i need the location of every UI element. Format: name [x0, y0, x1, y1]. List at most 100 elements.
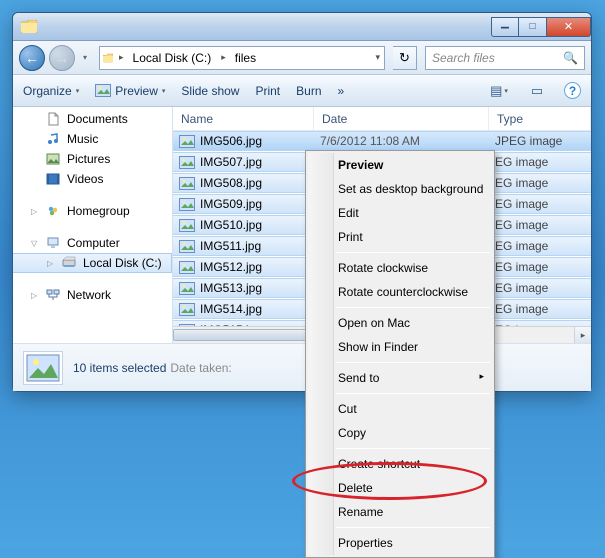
menu-item-copy[interactable]: Copy [308, 421, 492, 445]
refresh-button[interactable]: ↻ [393, 46, 417, 70]
file-name: IMG510.jpg [200, 218, 262, 232]
file-name: IMG506.jpg [200, 134, 262, 148]
context-menu: Preview Set as desktop background Edit P… [305, 150, 495, 558]
navigation-pane: Documents Music Pictures Videos ▷ Homegr… [13, 107, 173, 343]
sidebar-label: Pictures [67, 152, 110, 166]
menu-item-print[interactable]: Print [308, 225, 492, 249]
picture-icon [26, 354, 60, 382]
file-name: IMG514.jpg [200, 302, 262, 316]
folder-icon [100, 47, 116, 69]
menu-item-properties[interactable]: Properties [308, 531, 492, 555]
image-file-icon [179, 282, 195, 295]
file-name: IMG509.jpg [200, 197, 262, 211]
folder-icon [21, 20, 37, 33]
documents-icon [45, 111, 61, 127]
menu-item-delete[interactable]: Delete [308, 476, 492, 500]
status-text: 10 items selected Date taken: [73, 361, 232, 375]
print-button[interactable]: Print [255, 84, 280, 98]
menu-item-show-finder[interactable]: Show in Finder [308, 335, 492, 359]
sidebar-item-pictures[interactable]: Pictures [13, 149, 172, 169]
help-button[interactable]: ? [564, 82, 581, 99]
scroll-right-button[interactable]: ▸ [574, 327, 591, 344]
menu-item-rename[interactable]: Rename [308, 500, 492, 524]
network-icon [45, 287, 61, 303]
file-type: EG image [489, 281, 591, 295]
file-name: IMG512.jpg [200, 260, 262, 274]
back-button[interactable]: ← [19, 45, 45, 71]
column-header-date[interactable]: Date [314, 107, 489, 130]
sidebar-label: Documents [67, 112, 128, 126]
toolbar-overflow[interactable]: » [338, 84, 345, 98]
close-button[interactable]: ✕ [547, 17, 591, 37]
music-icon [45, 131, 61, 147]
image-file-icon [179, 198, 195, 211]
sidebar-label: Network [67, 288, 111, 302]
menu-item-create-shortcut[interactable]: Create shortcut [308, 452, 492, 476]
sidebar-label: Local Disk (C:) [83, 256, 162, 270]
search-icon: 🔍 [563, 51, 578, 65]
file-type: EG image [489, 260, 591, 274]
file-type: EG image [489, 218, 591, 232]
minimize-button[interactable]: − [491, 17, 519, 37]
sidebar-item-homegroup[interactable]: ▷ Homegroup [13, 201, 172, 221]
preview-pane-button[interactable]: ▭ [526, 80, 548, 102]
homegroup-icon [45, 203, 61, 219]
forward-button[interactable]: → [49, 45, 75, 71]
image-file-icon [179, 261, 195, 274]
menu-item-set-background[interactable]: Set as desktop background [308, 177, 492, 201]
navbar: ← → ▾ ▸ Local Disk (C:) ▸ files ▾ ↻ Sear… [13, 41, 591, 75]
menu-item-rotate-ccw[interactable]: Rotate counterclockwise [308, 280, 492, 304]
details-pane: 10 items selected Date taken: [13, 343, 591, 391]
menu-item-rotate-cw[interactable]: Rotate clockwise [308, 256, 492, 280]
menu-item-preview[interactable]: Preview [308, 153, 492, 177]
file-name: IMG511.jpg [200, 239, 261, 253]
sidebar-item-network[interactable]: ▷ Network [13, 285, 172, 305]
column-header-name[interactable]: Name [173, 107, 314, 130]
videos-icon [45, 171, 61, 187]
file-type: EG image [489, 176, 591, 190]
expand-icon[interactable]: ▷ [31, 291, 37, 300]
file-type: EG image [489, 197, 591, 211]
breadcrumb-localdisk[interactable]: Local Disk (C:) [127, 47, 219, 69]
preview-button[interactable]: Preview▾ [95, 84, 165, 98]
submenu-arrow-icon: ▸ [479, 371, 484, 382]
thumbnail-preview [23, 351, 63, 385]
collapse-icon[interactable]: ▽ [31, 239, 37, 248]
file-date: 7/6/2012 11:08 AM [314, 134, 489, 148]
titlebar[interactable]: − □ ✕ [13, 13, 591, 41]
column-headers: Name Date Type [173, 107, 591, 131]
burn-button[interactable]: Burn [296, 84, 321, 98]
view-mode-button[interactable]: ▤▾ [488, 80, 510, 102]
column-header-type[interactable]: Type [489, 107, 591, 130]
breadcrumb-files[interactable]: files [229, 47, 263, 69]
sidebar-item-localdisk[interactable]: ▷ Local Disk (C:) [13, 253, 172, 273]
sidebar-item-music[interactable]: Music [13, 129, 172, 149]
explorer-window: − □ ✕ ← → ▾ ▸ Local Disk (C:) ▸ files ▾ … [12, 12, 592, 392]
computer-icon [45, 235, 61, 251]
recent-locations-dropdown[interactable]: ▾ [79, 53, 91, 62]
sidebar-item-videos[interactable]: Videos [13, 169, 172, 189]
address-bar[interactable]: ▸ Local Disk (C:) ▸ files ▾ [99, 46, 385, 70]
file-row[interactable]: IMG506.jpg 7/6/2012 11:08 AMJPEG image [173, 131, 591, 151]
sidebar-item-computer[interactable]: ▽ Computer [13, 233, 172, 253]
file-type: JPEG image [489, 134, 591, 148]
maximize-button[interactable]: □ [519, 17, 547, 37]
expand-icon[interactable]: ▷ [47, 259, 53, 268]
search-input[interactable]: Search files 🔍 [425, 46, 585, 70]
menu-item-edit[interactable]: Edit [308, 201, 492, 225]
menu-item-cut[interactable]: Cut [308, 397, 492, 421]
content-body: Documents Music Pictures Videos ▷ Homegr… [13, 107, 591, 343]
search-placeholder: Search files [432, 51, 495, 65]
expand-icon[interactable]: ▷ [31, 207, 37, 216]
breadcrumb-arrow[interactable]: ▸ [218, 52, 229, 63]
address-dropdown-button[interactable]: ▾ [372, 52, 384, 63]
picture-icon [95, 84, 111, 97]
image-file-icon [179, 156, 195, 169]
menu-item-send-to[interactable]: Send to▸ [308, 366, 492, 390]
menu-item-open-mac[interactable]: Open on Mac [308, 311, 492, 335]
slideshow-button[interactable]: Slide show [181, 84, 239, 98]
sidebar-item-documents[interactable]: Documents [13, 109, 172, 129]
organize-button[interactable]: Organize▾ [23, 84, 79, 98]
file-type: EG image [489, 302, 591, 316]
breadcrumb-arrow[interactable]: ▸ [116, 52, 127, 63]
